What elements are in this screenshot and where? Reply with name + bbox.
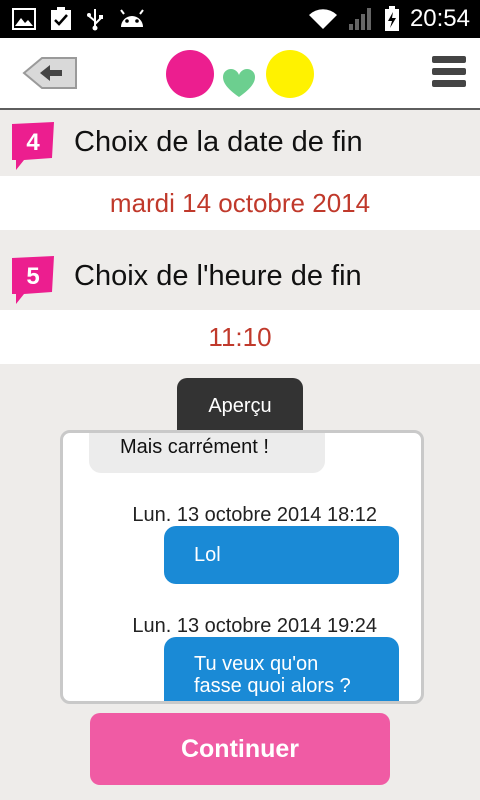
step-title: Choix de la date de fin — [74, 126, 363, 158]
back-button[interactable] — [22, 56, 78, 90]
hamburger-menu-icon — [432, 56, 466, 87]
app-logo — [166, 50, 316, 100]
end-time-value[interactable]: 11:10 — [0, 310, 480, 364]
outgoing-message-bubble: Lol — [164, 526, 399, 584]
logo-yellow-dot — [266, 50, 314, 98]
wifi-icon — [308, 9, 337, 29]
app-header — [0, 38, 480, 110]
image-icon — [12, 8, 36, 30]
svg-text:5: 5 — [26, 263, 39, 290]
preview-panel[interactable]: Mais carrément ! Lun. 13 octobre 2014 18… — [60, 430, 424, 704]
logo-pink-dot — [166, 50, 214, 98]
continue-button[interactable]: Continuer — [90, 713, 390, 785]
end-date-value[interactable]: mardi 14 octobre 2014 — [0, 176, 480, 230]
battery-charging-icon — [384, 6, 399, 31]
incoming-message-bubble: Mais carrément ! — [89, 433, 325, 473]
android-icon — [120, 9, 144, 27]
back-arrow-icon — [22, 57, 77, 89]
step-title: Choix de l'heure de fin — [74, 260, 362, 292]
svg-text:4: 4 — [26, 129, 40, 156]
heart-icon — [223, 69, 255, 97]
outgoing-message-bubble: Tu veux qu'on fasse quoi alors ? — [164, 637, 399, 701]
message-timestamp: Lun. 13 octobre 2014 18:12 — [132, 504, 377, 526]
menu-button[interactable] — [432, 56, 466, 90]
message-list[interactable]: Mais carrément ! Lun. 13 octobre 2014 18… — [63, 433, 421, 701]
clock-time: 20:54 — [409, 5, 470, 32]
message-timestamp: Lun. 13 octobre 2014 19:24 — [132, 615, 377, 637]
status-bar: 20:54 — [0, 0, 480, 38]
preview-tab: Aperçu — [177, 378, 303, 434]
signal-icon — [348, 8, 371, 30]
step-end-time: 5 Choix de l'heure de fin — [0, 244, 480, 310]
clipboard-check-icon — [51, 7, 71, 30]
step-end-date: 4 Choix de la date de fin — [0, 110, 480, 176]
step-number-badge: 5 — [12, 256, 54, 304]
step-number-badge: 4 — [12, 122, 54, 170]
usb-icon — [87, 9, 103, 31]
